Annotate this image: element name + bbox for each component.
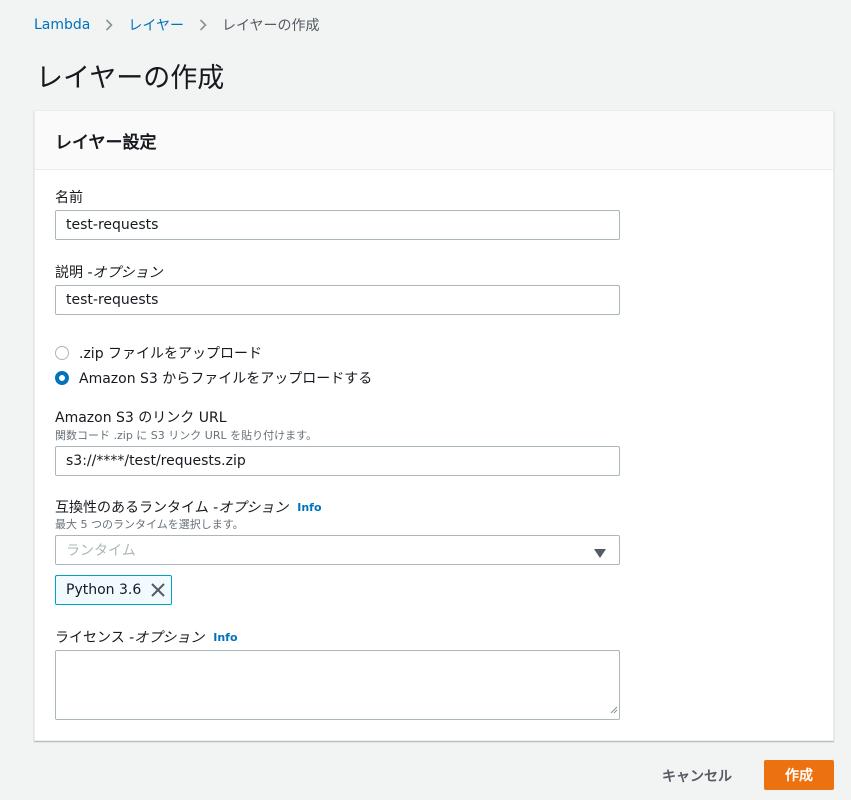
breadcrumb-current: レイヤーの作成 xyxy=(221,18,320,34)
license-optional: オプション xyxy=(134,630,205,646)
runtimes-info-link[interactable]: Info xyxy=(297,501,321,514)
chevron-right-icon xyxy=(199,19,207,31)
license-textarea[interactable] xyxy=(55,650,620,720)
upload-zip-option[interactable]: .zip ファイルをアップロード xyxy=(55,343,262,363)
layer-settings-panel: レイヤー設定 名前 test-requests 説明 - オプション test-… xyxy=(34,110,834,741)
runtime-select-placeholder: ランタイム xyxy=(66,543,136,559)
description-optional: オプション xyxy=(92,265,163,281)
chevron-right-icon xyxy=(105,19,114,31)
description-input-value: test-requests xyxy=(66,292,159,308)
runtime-token: Python 3.6 xyxy=(55,575,173,605)
s3-url-label-text: Amazon S3 のリンク URL xyxy=(55,410,227,426)
description-label: 説明 - オプション xyxy=(55,262,163,282)
name-label-text: 名前 xyxy=(55,190,83,206)
runtimes-label-text: 互換性のあるランタイム - xyxy=(55,500,219,516)
breadcrumb-lambda[interactable]: Lambda xyxy=(34,17,90,33)
s3-url-description: 関数コード .zip に S3 リンク URL を貼り付けます。 xyxy=(55,429,317,442)
license-label-text: ライセンス - xyxy=(55,630,135,646)
runtime-select[interactable]: ランタイム xyxy=(55,535,620,565)
license-info-link[interactable]: Info xyxy=(213,631,237,644)
description-input[interactable]: test-requests xyxy=(55,285,620,315)
create-button[interactable]: 作成 xyxy=(764,760,834,790)
caret-down-icon xyxy=(594,546,606,562)
close-icon[interactable] xyxy=(151,583,165,597)
runtime-token-label: Python 3.6 xyxy=(66,582,142,598)
panel-title: レイヤー設定 xyxy=(55,132,157,153)
s3-url-input[interactable]: s3://****/test/requests.zip xyxy=(55,446,620,476)
page-title: レイヤーの作成 xyxy=(36,63,225,94)
breadcrumb-layers[interactable]: レイヤー xyxy=(128,15,184,35)
name-label: 名前 xyxy=(55,187,83,207)
description-label-text: 説明 - xyxy=(55,265,93,281)
upload-zip-radio[interactable] xyxy=(55,346,69,360)
runtimes-description: 最大 5 つのランタイムを選択します。 xyxy=(55,518,244,531)
upload-zip-label: .zip ファイルをアップロード xyxy=(79,346,263,362)
s3-url-input-value: s3://****/test/requests.zip xyxy=(66,453,246,469)
runtimes-optional: オプション xyxy=(218,500,289,516)
s3-url-label: Amazon S3 のリンク URL xyxy=(55,407,227,427)
license-label: ライセンス - オプション Info xyxy=(55,627,238,647)
upload-s3-label: Amazon S3 からファイルをアップロードする xyxy=(79,371,373,387)
upload-s3-radio[interactable] xyxy=(55,371,69,385)
resize-grip-icon[interactable] xyxy=(610,699,618,718)
upload-s3-option[interactable]: Amazon S3 からファイルをアップロードする xyxy=(55,368,372,388)
name-input-value: test-requests xyxy=(66,217,159,233)
runtimes-label: 互換性のあるランタイム - オプション Info xyxy=(55,497,322,517)
name-input[interactable]: test-requests xyxy=(55,210,620,240)
panel-header: レイヤー設定 xyxy=(35,111,833,170)
cancel-button[interactable]: キャンセル xyxy=(662,766,732,786)
breadcrumb: Lambda レイヤー レイヤーの作成 xyxy=(34,15,320,35)
